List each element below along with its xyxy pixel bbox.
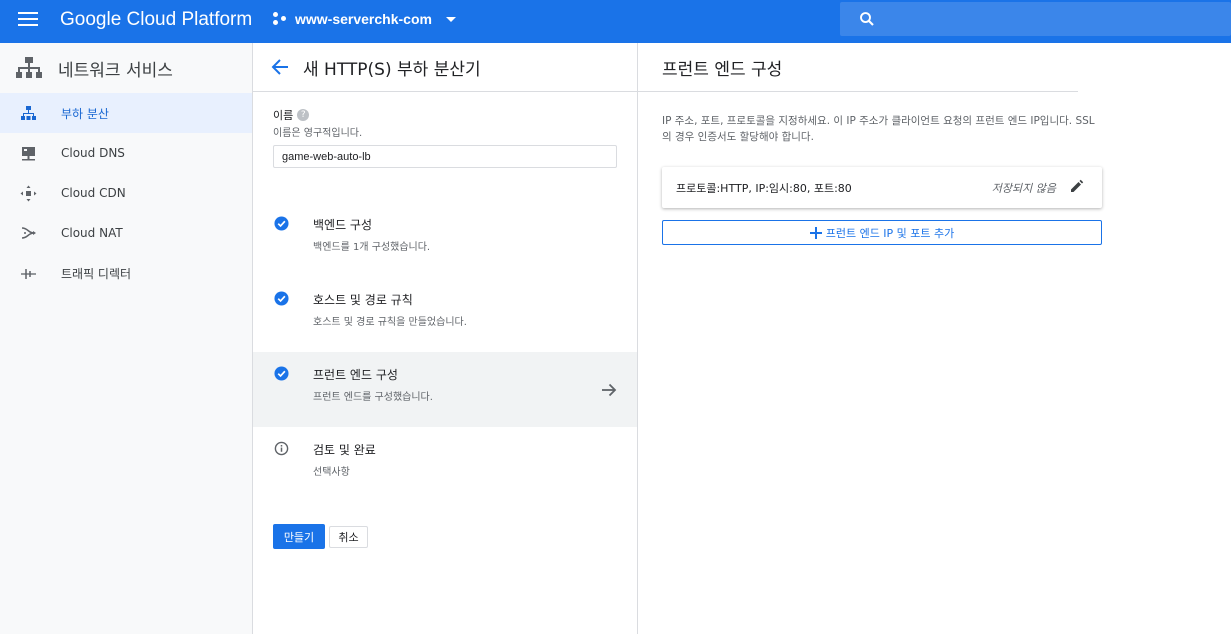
sidebar-item-label: Cloud CDN [61, 186, 126, 200]
sidebar-item-cloud-dns[interactable]: Cloud DNS [0, 133, 252, 173]
sidebar-item-label: 부하 분산 [61, 106, 109, 121]
step-frontend-config[interactable]: 프런트 엔드 구성 프런트 엔드를 구성했습니다. [253, 352, 637, 427]
step-title: 프런트 엔드 구성 [313, 368, 398, 382]
product-brand[interactable]: Google Cloud Platform [60, 9, 252, 31]
add-frontend-button[interactable]: 프런트 엔드 IP 및 포트 추가 [662, 220, 1102, 245]
nav-section-title: 네트워크 서비스 [58, 60, 173, 81]
step-backend-config[interactable]: 백엔드 구성 백엔드를 1개 구성했습니다. [253, 202, 637, 277]
nat-icon [21, 226, 36, 239]
check-circle-icon [274, 216, 289, 231]
cdn-icon [20, 185, 37, 201]
cancel-button[interactable]: 취소 [329, 526, 368, 548]
divider [638, 91, 1078, 92]
sidebar-item-label: Cloud NAT [61, 226, 123, 240]
check-circle-icon [274, 291, 289, 306]
name-input[interactable] [273, 145, 617, 168]
step-title: 검토 및 완료 [313, 443, 376, 457]
search-input[interactable] [840, 2, 1231, 36]
sidebar-item-cloud-nat[interactable]: Cloud NAT [0, 213, 252, 253]
help-icon[interactable]: ? [297, 109, 310, 121]
menu-icon[interactable] [18, 12, 38, 28]
check-circle-icon [274, 366, 289, 381]
plus-icon [809, 226, 822, 239]
project-selector[interactable]: www-serverchk-com [273, 11, 456, 27]
sidebar-item-load-balancing[interactable]: 부하 분산 [0, 93, 252, 133]
frontend-summary: 프로토콜:HTTP, IP:임시:80, 포트:80 [676, 182, 852, 195]
sidebar-item-traffic-director[interactable]: 트래픽 디렉터 [0, 253, 252, 293]
step-subtitle: 프런트 엔드를 구성했습니다. [313, 392, 433, 403]
network-services-icon [16, 57, 42, 78]
arrow-right-icon [602, 383, 617, 397]
create-button[interactable]: 만들기 [273, 524, 325, 549]
traffic-director-icon [21, 268, 36, 279]
step-subtitle: 선택사항 [313, 467, 350, 478]
info-icon [274, 441, 289, 456]
step-host-path-rules[interactable]: 호스트 및 경로 규칙 호스트 및 경로 규칙을 만들었습니다. [253, 277, 637, 352]
frontend-config-panel: 프런트 엔드 구성 IP 주소, 포트, 프로토콜을 지정하세요. 이 IP 주… [638, 43, 1231, 634]
panel-description: IP 주소, 포트, 프로토콜을 지정하세요. 이 IP 주소가 클라이언트 요… [662, 115, 1095, 143]
project-icon [273, 11, 289, 27]
step-subtitle: 호스트 및 경로 규칙을 만들었습니다. [313, 317, 467, 328]
edit-pencil-icon[interactable] [1070, 179, 1084, 193]
page-title: 새 HTTP(S) 부하 분산기 [303, 59, 481, 80]
status-badge: 저장되지 않음 [991, 182, 1056, 195]
frontend-item-card[interactable]: 프로토콜:HTTP, IP:임시:80, 포트:80 저장되지 않음 [662, 167, 1102, 208]
step-title: 호스트 및 경로 규칙 [313, 293, 413, 307]
back-arrow-icon[interactable] [271, 58, 289, 76]
left-nav: 네트워크 서비스 부하 분산 Cloud DNS Cloud CDN Cloud… [0, 43, 253, 634]
page-header: 새 HTTP(S) 부하 분산기 [253, 43, 637, 92]
top-bar: Google Cloud Platform www-serverchk-com [0, 0, 1231, 43]
panel-title: 프런트 엔드 구성 [662, 60, 783, 80]
sidebar-item-label: Cloud DNS [61, 146, 125, 160]
wizard-panel: 새 HTTP(S) 부하 분산기 이름 ? 이름은 영구적입니다. 백엔드 구성… [253, 43, 638, 634]
name-field-group: 이름 ? 이름은 영구적입니다. [273, 107, 617, 168]
add-frontend-label: 프런트 엔드 IP 및 포트 추가 [825, 226, 955, 240]
name-label: 이름 [273, 109, 294, 122]
load-balancing-icon [21, 105, 36, 120]
step-review-finish[interactable]: 검토 및 완료 선택사항 [253, 427, 637, 502]
step-title: 백엔드 구성 [313, 218, 373, 232]
project-name: www-serverchk-com [295, 11, 432, 27]
step-subtitle: 백엔드를 1개 구성했습니다. [313, 242, 431, 253]
nav-section-header: 네트워크 서비스 [0, 43, 252, 93]
dns-icon [22, 146, 35, 160]
name-hint: 이름은 영구적입니다. [273, 128, 363, 139]
sidebar-item-cloud-cdn[interactable]: Cloud CDN [0, 173, 252, 213]
search-icon [860, 12, 874, 26]
chevron-down-icon [445, 16, 456, 22]
sidebar-item-label: 트래픽 디렉터 [61, 266, 132, 281]
